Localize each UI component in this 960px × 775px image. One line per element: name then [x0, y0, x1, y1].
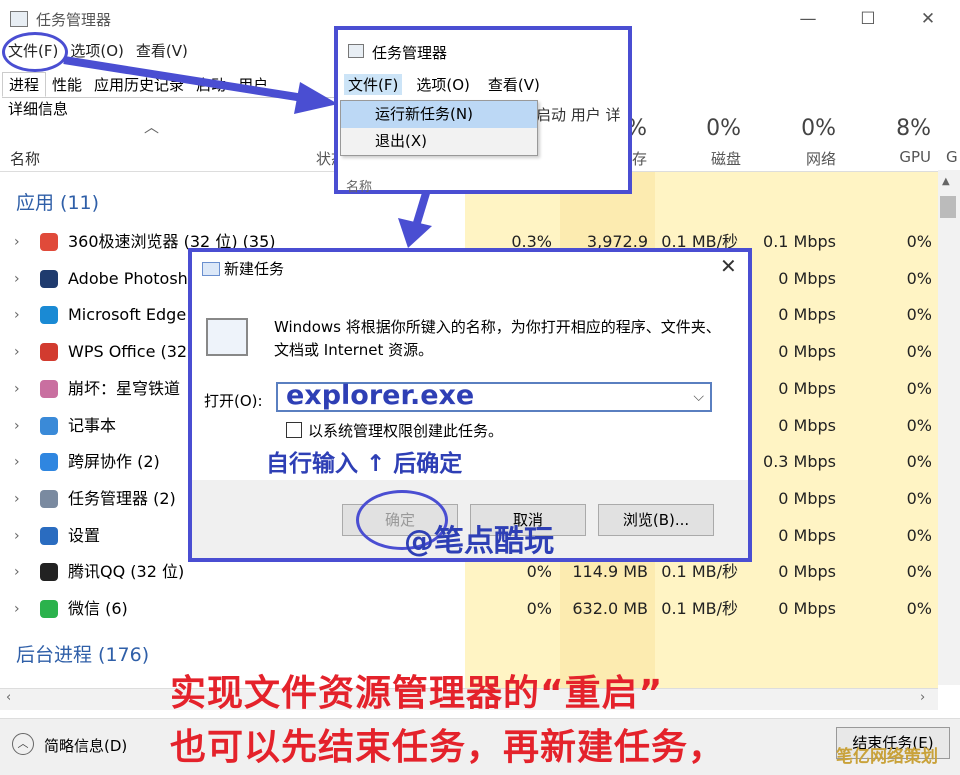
arrow-to-menu-dialog — [63, 56, 317, 104]
menu-file[interactable]: 文件(F) — [344, 74, 403, 95]
menu-view[interactable]: 查看(V) — [484, 74, 544, 95]
admin-checkbox[interactable] — [286, 422, 302, 438]
dialog-description: Windows 将根据你所键入的名称，为你打开相应的程序、文件夹、文档或 Int… — [274, 318, 721, 359]
menu-item-exit[interactable]: 退出(X) — [341, 128, 537, 155]
arrow-head-1 — [294, 82, 338, 114]
corner-watermark: 笔亿网络策划 — [836, 747, 938, 767]
menu-options[interactable]: 选项(O) — [412, 74, 474, 95]
open-label: 打开(O): — [204, 392, 263, 410]
dialog-menu-bar: 文件(F) 选项(O) 查看(V) — [344, 74, 554, 95]
caption-line-1: 实现文件资源管理器的“重启” — [170, 673, 664, 714]
dialog-title: 任务管理器 — [372, 44, 448, 62]
create-new-task-dialog: 新建任务 ✕ Windows 将根据你所键入的名称，为你打开相应的程序、文件夹、… — [188, 248, 752, 562]
chevron-down-icon[interactable]: ⌵ — [693, 389, 704, 405]
admin-checkbox-label[interactable]: 以系统管理权限创建此任务。 — [308, 420, 503, 441]
caption-line-2: 也可以先结束任务，再新建任务， — [170, 727, 726, 768]
task-manager-icon — [348, 44, 364, 58]
dialog-title: 新建任务 — [224, 260, 285, 278]
annotation-hint: 自行输入 ↑ 后确定 — [266, 451, 463, 477]
run-icon — [202, 262, 220, 276]
close-icon[interactable]: ✕ — [720, 254, 737, 278]
arrow-head-2 — [398, 218, 432, 248]
open-input-value: explorer.exe — [286, 380, 475, 411]
menu-item-run-new-task[interactable]: 运行新任务(N) — [341, 101, 537, 128]
run-program-icon — [206, 318, 248, 356]
behind-tabs: 启动 用户 详 — [536, 106, 621, 124]
behind-name-header: 名称 — [346, 180, 373, 195]
watermark: @笔点酷玩 — [404, 524, 554, 559]
browse-button[interactable]: 浏览(B)... — [598, 504, 714, 536]
screenshot: 任务管理器 — ☐ ✕ 文件(F)选项(O)查看(V) 进程性能应用历史记录启动… — [0, 0, 960, 775]
file-dropdown: 运行新任务(N) 退出(X) — [340, 100, 538, 156]
open-input[interactable]: explorer.exe ⌵ — [276, 380, 712, 412]
task-manager-menu-dialog: 任务管理器 文件(F) 选项(O) 查看(V) 启动 用户 详 名称 运行新任务(N… — [334, 26, 632, 195]
